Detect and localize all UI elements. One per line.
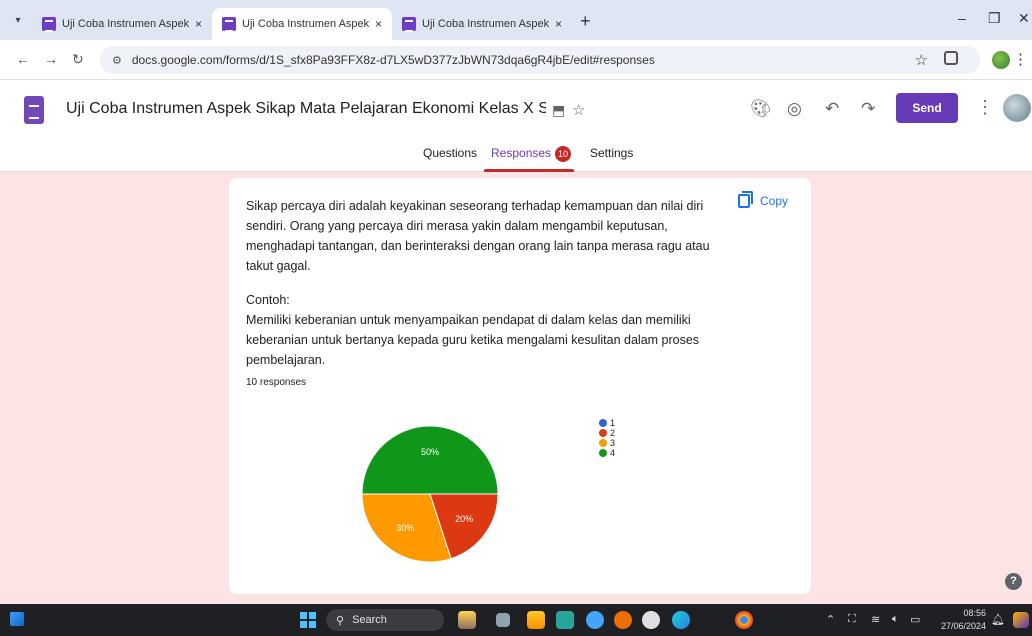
reload-icon[interactable]: ↻ bbox=[72, 51, 84, 68]
legend-swatch-4 bbox=[599, 449, 607, 457]
volume-icon[interactable]: 🔈︎ bbox=[892, 613, 899, 626]
browser-profile-avatar[interactable] bbox=[992, 51, 1010, 69]
forward-icon[interactable]: → bbox=[44, 51, 58, 67]
responses-count-badge: 10 bbox=[555, 146, 572, 162]
tab-settings[interactable]: Settings bbox=[590, 146, 633, 160]
tab-search-chevron-icon[interactable]: ▾ bbox=[10, 13, 26, 29]
move-to-folder-icon[interactable]: ⬒ bbox=[552, 102, 565, 119]
bookmark-star-icon[interactable]: ☆ bbox=[915, 51, 928, 69]
start-icon[interactable] bbox=[300, 612, 316, 628]
help-icon[interactable]: ? bbox=[1005, 573, 1022, 590]
chrome-app-icon[interactable] bbox=[586, 611, 604, 629]
legend-label-3: 3 bbox=[610, 438, 615, 448]
search-icon: ⚲ bbox=[336, 614, 345, 627]
task-view-icon[interactable] bbox=[496, 613, 510, 627]
pie-label-2: 20% bbox=[455, 514, 473, 524]
star-icon[interactable]: ☆ bbox=[572, 101, 585, 119]
landscape-app-icon[interactable] bbox=[458, 611, 476, 629]
widgets-icon[interactable] bbox=[10, 612, 24, 626]
redo-icon[interactable]: ↷ bbox=[861, 99, 875, 119]
legend-swatch-1 bbox=[599, 419, 607, 427]
extensions-icon[interactable] bbox=[944, 51, 958, 65]
calculator-icon[interactable] bbox=[556, 611, 574, 629]
new-tab-button[interactable]: + bbox=[572, 11, 599, 40]
response-pie-chart: 20% 30% 50% 1234 bbox=[361, 418, 615, 563]
send-button[interactable]: Send bbox=[896, 93, 958, 123]
paint-icon[interactable] bbox=[642, 611, 660, 629]
forms-header: Uji Coba Instrumen Aspek Sikap Mata Pela… bbox=[0, 80, 1032, 172]
browser-tab-title: Uji Coba Instrumen Aspek Keter bbox=[62, 18, 189, 30]
legend-label-1: 1 bbox=[610, 418, 615, 428]
taskbar-clock[interactable]: 08:56 27/06/2024 bbox=[936, 607, 986, 633]
forms-favicon-icon bbox=[402, 17, 416, 32]
form-title[interactable]: Uji Coba Instrumen Aspek Sikap Mata Pela… bbox=[66, 100, 546, 118]
minimize-icon[interactable]: – bbox=[958, 10, 966, 26]
forms-logo-icon[interactable] bbox=[24, 96, 44, 124]
question-summary-card: Sikap percaya diri adalah keyakinan sese… bbox=[229, 178, 811, 594]
file-explorer-icon[interactable] bbox=[527, 611, 545, 629]
windows-taskbar: ⚲ Search ⌃ ⛶ ≋ 🔈︎ ▭ 08:56 27/06/2024 🔔︎ bbox=[0, 604, 1032, 636]
firefox-icon[interactable] bbox=[614, 611, 632, 629]
copilot-icon[interactable] bbox=[1013, 612, 1029, 628]
address-bar: ← → ↻ ⚙ docs.google.com/forms/d/1S_sfx8P… bbox=[0, 40, 1032, 80]
tab-close-icon[interactable]: × bbox=[195, 17, 202, 31]
wifi-icon[interactable]: ≋ bbox=[871, 613, 880, 626]
tab-close-icon[interactable]: × bbox=[375, 17, 382, 31]
legend-label-4: 4 bbox=[610, 448, 615, 458]
chrome-active-icon[interactable] bbox=[735, 611, 753, 629]
more-options-icon[interactable]: ⋮ bbox=[976, 97, 994, 118]
legend-label-2: 2 bbox=[610, 428, 615, 438]
tray-chevron-icon[interactable]: ⌃ bbox=[826, 613, 835, 626]
tab-responses[interactable]: Responses 10 bbox=[491, 146, 572, 162]
form-nav-tabs: Questions Responses 10 Settings bbox=[0, 140, 1032, 172]
notification-bell-icon[interactable]: 🔔︎ bbox=[991, 613, 1005, 626]
battery-icon[interactable]: ▭ bbox=[910, 613, 920, 626]
user-avatar[interactable] bbox=[1003, 94, 1031, 122]
legend-swatch-2 bbox=[599, 429, 607, 437]
url-text: docs.google.com/forms/d/1S_sfx8Pa93FFX8z… bbox=[131, 53, 655, 67]
window-close-icon[interactable]: ✕ bbox=[1018, 10, 1030, 27]
active-tab-indicator bbox=[484, 169, 574, 172]
restore-icon[interactable]: ❐ bbox=[988, 10, 1001, 27]
pie-label-4: 50% bbox=[421, 447, 439, 457]
browser-tab-1[interactable]: Uji Coba Instrumen Aspek Keter × bbox=[32, 8, 212, 40]
eye-icon[interactable]: ◎ bbox=[787, 99, 802, 119]
pie-label-3: 30% bbox=[396, 523, 414, 533]
url-input[interactable]: ⚙ docs.google.com/forms/d/1S_sfx8Pa93FFX… bbox=[100, 46, 980, 74]
taskbar-search-input[interactable]: ⚲ Search bbox=[326, 609, 444, 631]
network-icon[interactable]: ⛶ bbox=[848, 613, 856, 626]
browser-tab-3[interactable]: Uji Coba Instrumen Aspek Peng × bbox=[392, 8, 572, 40]
browser-tab-strip: ▾ Uji Coba Instrumen Aspek Keter × Uji C… bbox=[0, 0, 1032, 40]
browser-tab-title: Uji Coba Instrumen Aspek Sikap bbox=[242, 18, 369, 30]
forms-favicon-icon bbox=[42, 17, 56, 32]
undo-icon[interactable]: ↶ bbox=[825, 99, 839, 119]
tab-questions[interactable]: Questions bbox=[423, 146, 477, 160]
tab-close-icon[interactable]: × bbox=[555, 17, 562, 31]
tab-responses-label: Responses bbox=[491, 146, 552, 161]
taskbar-search-label: Search bbox=[352, 614, 387, 626]
clock-date: 27/06/2024 bbox=[940, 621, 986, 631]
legend-swatch-3 bbox=[599, 439, 607, 447]
browser-menu-icon[interactable]: ⋮ bbox=[1013, 50, 1028, 68]
site-settings-icon[interactable]: ⚙ bbox=[112, 54, 122, 67]
clock-time: 08:56 bbox=[963, 608, 986, 618]
back-icon[interactable]: ← bbox=[16, 51, 30, 67]
browser-tab-2[interactable]: Uji Coba Instrumen Aspek Sikap × bbox=[212, 8, 392, 40]
palette-icon[interactable]: 🎨︎ bbox=[750, 99, 772, 119]
edge-icon[interactable] bbox=[672, 611, 690, 629]
browser-tab-title: Uji Coba Instrumen Aspek Peng bbox=[422, 18, 549, 30]
pie-slice-4[interactable] bbox=[361, 425, 499, 495]
forms-favicon-icon bbox=[222, 17, 236, 32]
